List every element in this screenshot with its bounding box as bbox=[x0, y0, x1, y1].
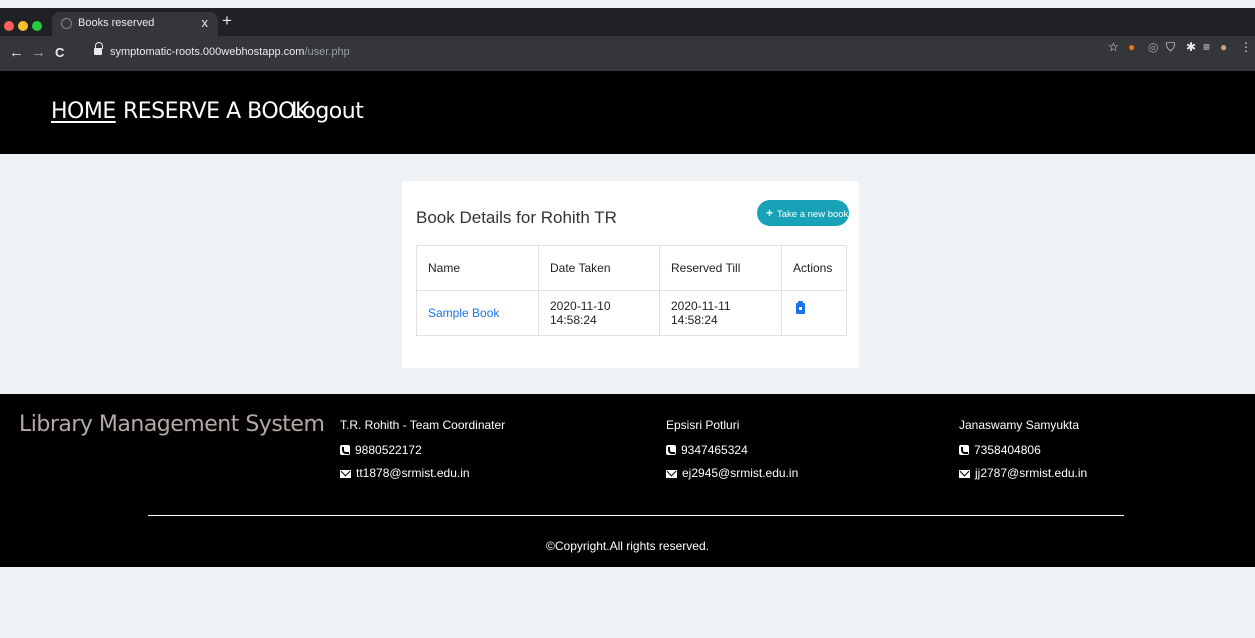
url-text: symptomatic-roots.000webhostapp.com/user… bbox=[110, 46, 350, 58]
envelope-icon bbox=[666, 470, 677, 478]
email-address: tt1878@srmist.edu.in bbox=[356, 466, 470, 480]
site-footer: Library Management System T.R. Rohith - … bbox=[0, 394, 1255, 567]
nav-logout-link[interactable]: Logout bbox=[291, 99, 364, 124]
url-host: symptomatic-roots.000webhostapp.com bbox=[110, 46, 305, 58]
lock-icon bbox=[94, 42, 103, 56]
contact-block: Epsisri Potluri 9347465324 ej2945@srmist… bbox=[666, 418, 798, 489]
nav-reserve-link[interactable]: RESERVE A BOOK bbox=[123, 99, 309, 124]
take-new-book-label: Take a new book bbox=[777, 209, 849, 220]
nav-home-link[interactable]: HOME bbox=[51, 99, 116, 124]
tab-close-button[interactable]: x bbox=[202, 15, 209, 30]
card-title: Book Details for Rohith TR bbox=[416, 208, 617, 227]
reserved-till-cell: 2020-11-11 14:58:24 bbox=[659, 290, 782, 336]
puzzle-icon[interactable]: ✱ bbox=[1186, 40, 1196, 54]
contact-phone: 9347465324 bbox=[666, 443, 798, 466]
menu-icon[interactable]: ⋮ bbox=[1240, 40, 1252, 54]
back-button[interactable]: ← bbox=[9, 44, 24, 61]
clipboard-icon[interactable] bbox=[796, 301, 805, 314]
close-window-button[interactable] bbox=[4, 21, 14, 31]
new-tab-button[interactable]: + bbox=[222, 11, 232, 31]
books-table: Name Date Taken Reserved Till Actions Sa… bbox=[416, 245, 847, 336]
column-header: Name bbox=[416, 245, 539, 291]
book-link[interactable]: Sample Book bbox=[428, 306, 499, 320]
contact-name: Epsisri Potluri bbox=[666, 418, 740, 432]
url-path: /user.php bbox=[304, 46, 350, 58]
contact-name: T.R. Rohith - Team Coordinater bbox=[340, 418, 506, 432]
column-header: Actions bbox=[781, 245, 847, 291]
footer-brand: Library Management System bbox=[19, 412, 325, 437]
browser-tab[interactable]: Books reserved x bbox=[52, 12, 218, 36]
forward-button[interactable]: → bbox=[31, 44, 46, 61]
book-name-cell: Sample Book bbox=[416, 290, 539, 336]
minimize-window-button[interactable] bbox=[18, 21, 28, 31]
date-taken-cell: 2020-11-10 14:58:24 bbox=[538, 290, 660, 336]
take-new-book-button[interactable]: + Take a new book bbox=[757, 200, 849, 226]
contact-email: ej2945@srmist.edu.in bbox=[666, 466, 798, 489]
table-row: Sample Book 2020-11-10 14:58:24 2020-11-… bbox=[416, 290, 847, 336]
phone-icon bbox=[959, 445, 969, 455]
star-icon[interactable]: ☆ bbox=[1108, 40, 1119, 54]
email-address: ej2945@srmist.edu.in bbox=[682, 466, 799, 480]
contact-phone: 7358404806 bbox=[959, 443, 1087, 466]
plus-icon: + bbox=[766, 206, 774, 220]
tab-title: Books reserved bbox=[78, 17, 155, 29]
phone-number: 9880522172 bbox=[355, 443, 422, 457]
extension-icon[interactable]: ● bbox=[1128, 40, 1135, 54]
browser-tab-bar: Books reserved x + bbox=[0, 8, 1255, 36]
maximize-window-button[interactable] bbox=[32, 21, 42, 31]
phone-number: 7358404806 bbox=[974, 443, 1041, 457]
contact-name: Janaswamy Samyukta bbox=[959, 418, 1080, 432]
column-header: Date Taken bbox=[538, 245, 660, 291]
book-details-card: Book Details for Rohith TR + Take a new b… bbox=[402, 181, 859, 368]
column-header: Reserved Till bbox=[659, 245, 782, 291]
browser-toolbar: ← → C symptomatic-roots.000webhostapp.co… bbox=[0, 36, 1255, 71]
contact-block: T.R. Rohith - Team Coordinater 988052217… bbox=[340, 418, 505, 489]
table-header-row: Name Date Taken Reserved Till Actions bbox=[416, 245, 847, 291]
contact-email: jj2787@srmist.edu.in bbox=[959, 466, 1087, 489]
reading-list-icon[interactable]: ≡ bbox=[1203, 40, 1210, 54]
contact-email: tt1878@srmist.edu.in bbox=[340, 466, 505, 489]
email-address: jj2787@srmist.edu.in bbox=[975, 466, 1088, 480]
actions-cell bbox=[781, 290, 847, 336]
avatar[interactable]: ● bbox=[1220, 40, 1227, 54]
shield-icon[interactable]: ⛉ bbox=[1166, 40, 1175, 55]
extension-icon[interactable]: ◎ bbox=[1148, 40, 1158, 54]
address-bar[interactable]: symptomatic-roots.000webhostapp.com/user… bbox=[84, 42, 1234, 65]
envelope-icon bbox=[959, 470, 970, 478]
footer-divider bbox=[148, 515, 1124, 516]
phone-icon bbox=[666, 445, 676, 455]
contact-block: Janaswamy Samyukta 7358404806 jj2787@srm… bbox=[959, 418, 1087, 489]
contact-phone: 9880522172 bbox=[340, 443, 505, 466]
phone-number: 9347465324 bbox=[681, 443, 748, 457]
copyright-text: ©Copyright.All rights reserved. bbox=[546, 539, 709, 553]
reload-button[interactable]: C bbox=[55, 45, 64, 60]
site-header: HOME RESERVE A BOOK Logout bbox=[0, 71, 1255, 154]
favicon-icon bbox=[61, 18, 72, 29]
envelope-icon bbox=[340, 470, 351, 478]
phone-icon bbox=[340, 445, 350, 455]
